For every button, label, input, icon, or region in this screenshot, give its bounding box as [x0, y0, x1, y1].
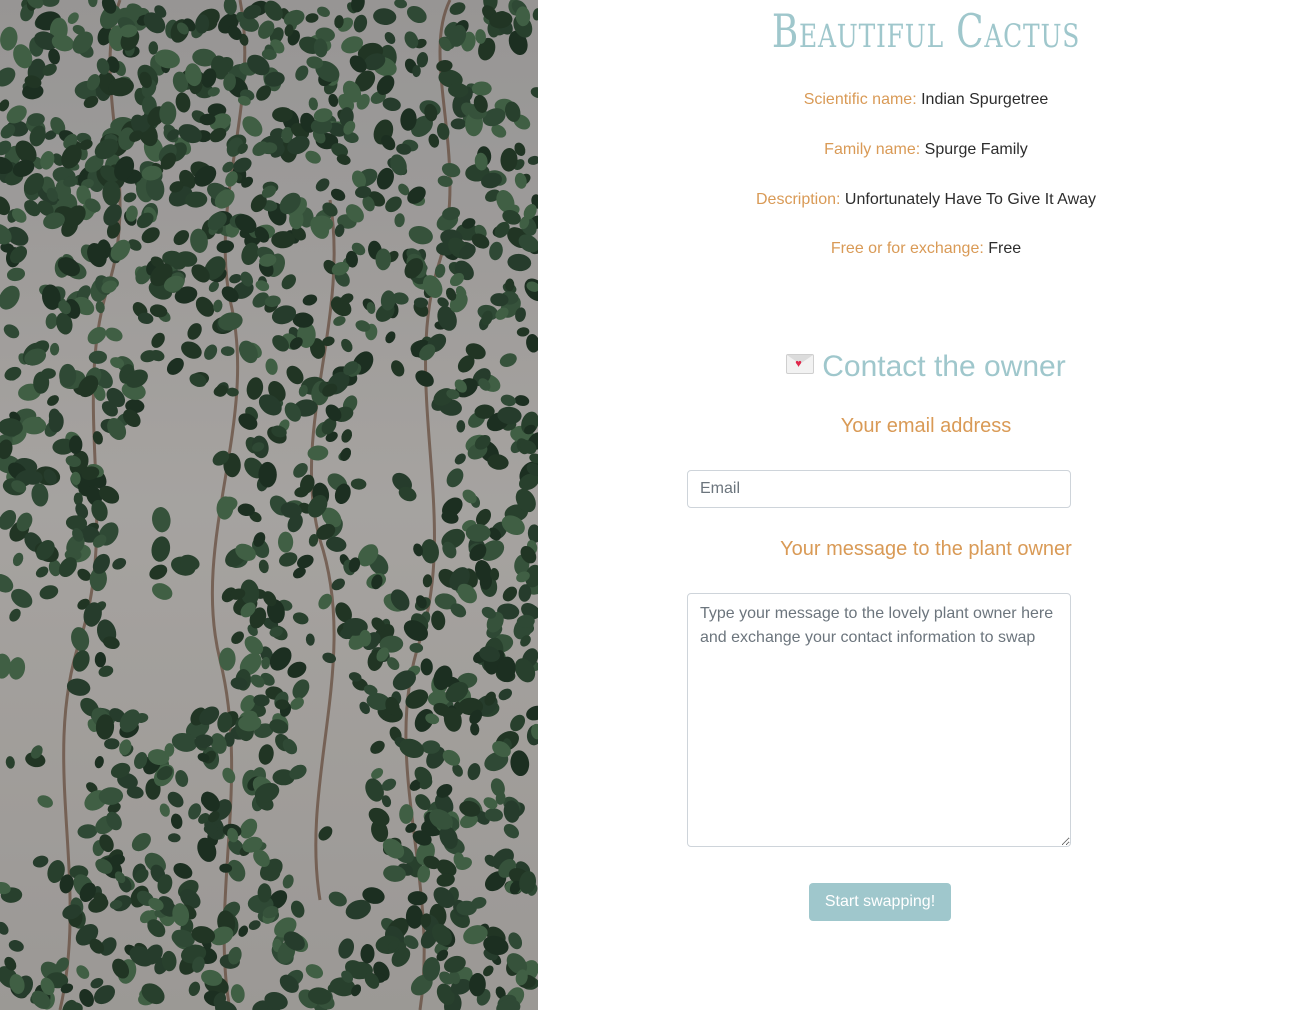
description-value: Unfortunately Have To Give It Away	[844, 191, 1097, 208]
description-row: Description: Unfortunately Have To Give …	[538, 190, 1314, 210]
family-name-row: Family name: Spurge Family	[538, 140, 1314, 160]
plant-title: Beautiful Cactus	[771, 4, 1081, 58]
ivy-wall-photo	[0, 0, 538, 1010]
exchange-row: Free or for exchange: Free	[538, 239, 1314, 259]
exchange-label: Free or for exchange:	[830, 240, 984, 257]
scientific-name-row: Scientific name: Indian Spurgetree	[538, 90, 1314, 110]
message-label: Your message to the plant owner	[780, 538, 1072, 560]
plant-detail-panel: Beautiful Cactus Scientific name: Indian…	[538, 0, 1314, 1010]
exchange-value: Free	[988, 240, 1022, 257]
start-swapping-button[interactable]: Start swapping!	[809, 883, 951, 921]
email-label: Your email address	[840, 415, 1012, 437]
contact-heading-text: Contact the owner	[822, 350, 1066, 383]
email-field[interactable]	[687, 470, 1071, 508]
scientific-name-label: Scientific name:	[803, 91, 917, 108]
message-textarea[interactable]	[687, 593, 1071, 847]
family-name-value: Spurge Family	[924, 141, 1028, 158]
scientific-name-value: Indian Spurgetree	[921, 91, 1049, 108]
love-letter-icon: ♥	[786, 354, 815, 374]
description-label: Description:	[755, 191, 841, 208]
family-name-label: Family name:	[824, 141, 921, 158]
contact-heading: ♥ Contact the owner	[538, 348, 1314, 386]
